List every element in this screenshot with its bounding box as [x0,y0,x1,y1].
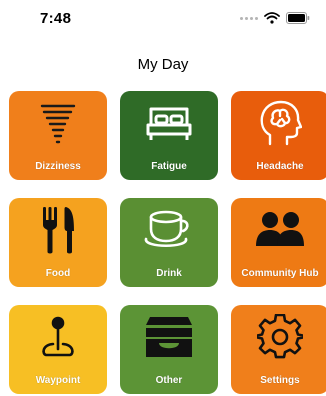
map-pin-icon [9,313,107,361]
wifi-icon [264,12,280,24]
tile-label: Headache [256,161,304,172]
head-brain-icon [231,99,326,147]
tile-label: Food [45,268,71,279]
status-time: 7:48 [40,10,72,27]
tornado-icon [9,99,107,147]
tile-waypoint[interactable]: Waypoint [9,305,107,394]
tile-label: Dizziness [35,161,81,172]
cup-icon [120,206,218,254]
gear-icon [231,313,326,361]
battery-icon [286,12,310,24]
tile-other[interactable]: Other [120,305,218,394]
inbox-icon [120,313,218,361]
tile-fatigue[interactable]: Fatigue [120,91,218,180]
tile-label: Drink [156,268,182,279]
signal-icon [240,16,258,20]
tile-community-hub[interactable]: Community Hub [231,198,326,287]
tile-food[interactable]: Food [9,198,107,287]
bed-icon [120,99,218,147]
tile-headache[interactable]: Headache [231,91,326,180]
status-bar: 7:48 [0,0,326,40]
tile-label: Settings [260,375,300,386]
utensils-icon [9,206,107,254]
page-title: My Day [137,56,189,73]
tile-label: Community Hub [241,268,319,279]
tile-label: Other [155,375,183,386]
tile-drink[interactable]: Drink [120,198,218,287]
tile-dizziness[interactable]: Dizziness [9,91,107,180]
status-icons [240,12,310,24]
tile-settings[interactable]: Settings [231,305,326,394]
tile-label: Waypoint [35,375,81,386]
people-icon [231,206,326,254]
tile-label: Fatigue [151,161,187,172]
